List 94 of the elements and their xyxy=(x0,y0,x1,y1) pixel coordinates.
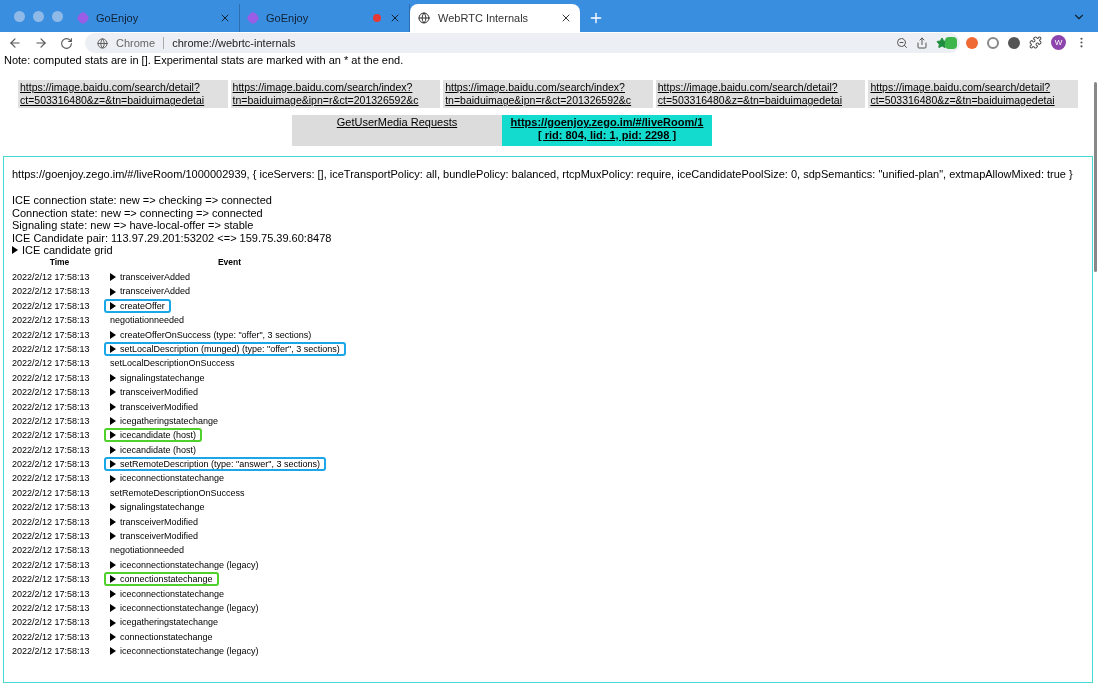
event-cell[interactable]: transceiverModified xyxy=(104,529,205,544)
time-cell-text: 2022/2/12 17:58:13 xyxy=(12,400,91,414)
event-cell[interactable]: transceiverModified xyxy=(104,385,205,400)
event-cell[interactable]: icegatheringstatechange xyxy=(104,615,225,630)
time-cell-text: 2022/2/12 17:58:13 xyxy=(12,587,91,601)
time-cell-text: 2022/2/12 17:58:13 xyxy=(12,429,91,443)
new-tab-icon[interactable] xyxy=(588,10,604,26)
state-text: ICE connection state: new => checking => connected xyxy=(12,194,273,207)
time-cell-text: 2022/2/12 17:58:13 xyxy=(12,443,91,457)
time-cell-text: 2022/2/12 17:58:13 xyxy=(12,530,91,544)
time-cell-text: 2022/2/12 17:58:13 xyxy=(12,645,91,659)
extension-icon[interactable] xyxy=(966,36,978,49)
event-cell[interactable]: transceiverModified xyxy=(104,399,205,414)
event-cell[interactable]: iceconnectionstatechange xyxy=(104,586,231,601)
globe-icon xyxy=(418,12,430,24)
time-cell-text: 2022/2/12 17:58:13 xyxy=(12,544,91,558)
event-cell-text: setRemoteDescriptionOnSuccess xyxy=(109,486,246,500)
tab-title: WebRTC Internals xyxy=(438,10,530,26)
profile-avatar[interactable]: W xyxy=(1051,35,1066,50)
site-label: Chrome xyxy=(116,35,156,51)
candidate-grid-toggle[interactable]: ICE candidate grid xyxy=(12,244,1092,256)
event-cell-text: negotiationneeded xyxy=(109,314,186,328)
time-cell-text: 2022/2/12 17:58:13 xyxy=(12,515,91,529)
time-cell-text: 2022/2/12 17:58:13 xyxy=(12,271,91,284)
event-cell[interactable]: iceconnectionstatechange (legacy) xyxy=(104,601,265,616)
reload-icon[interactable] xyxy=(60,36,73,50)
puzzle-icon[interactable] xyxy=(1029,36,1042,49)
time-cell-text: 2022/2/12 17:58:13 xyxy=(12,371,91,385)
star-icon[interactable] xyxy=(936,37,948,49)
tab-title: GoEnjoy xyxy=(96,10,140,26)
time-cell-text: 2022/2/12 17:58:13 xyxy=(12,486,91,500)
state-text: Signaling state: new => have-local-offer => stable xyxy=(12,219,255,232)
event-cell[interactable]: transceiverAdded xyxy=(104,270,197,285)
collapsed-triangle-icon xyxy=(12,246,18,254)
url-text: chrome://webrtc-internals xyxy=(172,35,297,51)
time-cell-text: 2022/2/12 17:58:13 xyxy=(12,501,91,515)
event-cell[interactable]: setLocalDescription (munged) (type: "offer", 3 sections) xyxy=(104,342,346,357)
event-cell[interactable]: iceconnectionstatechange xyxy=(104,471,231,486)
column-header: Event xyxy=(216,256,243,268)
time-cell-text: 2022/2/12 17:58:13 xyxy=(12,314,91,328)
share-icon[interactable] xyxy=(916,37,928,49)
state-text: Connection state: new => connecting => connected xyxy=(12,206,264,219)
event-cell[interactable]: connectionstatechange xyxy=(104,629,219,644)
time-cell-text: 2022/2/12 17:58:13 xyxy=(12,472,91,486)
page-tab[interactable]: https://image.baidu.com/search/detail? ct=503316480&z=&tn=baiduimagedetai xyxy=(655,80,866,108)
event-cell[interactable]: transceiverAdded xyxy=(104,284,197,299)
state-text: ICE Candidate pair: 113.97.29.201:53202 <=> 159.75.39.60:8478 xyxy=(12,231,333,244)
browser-tab[interactable]: WebRTC Internals xyxy=(410,4,580,32)
page-tab[interactable]: https://image.baidu.com/search/index? tn=baiduimage&ipn=r&ct=201326592&c xyxy=(443,80,653,108)
event-cell[interactable]: createOffer xyxy=(104,298,171,313)
event-cell[interactable]: setRemoteDescription (type: "answer", 3 sections) xyxy=(104,457,326,472)
connection-config: https://goenjoy.zego.im/#/liveRoom/1000002939, { iceServers: [], iceTransportPolicy: all, bundlePolicy: balanced, rtcpMuxPolicy: require, iceCandidatePoolSize: 0, sdpSemantics: "unified-plan", extmapAllowMixed: true } xyxy=(12,168,1074,181)
time-cell-text: 2022/2/12 17:58:13 xyxy=(12,630,91,644)
time-cell-text: 2022/2/12 17:58:13 xyxy=(12,573,91,587)
time-cell-text: 2022/2/12 17:58:13 xyxy=(12,616,91,630)
time-cell-text: 2022/2/12 17:58:13 xyxy=(12,458,91,472)
event-cell[interactable]: signalingstatechange xyxy=(104,370,211,385)
event-cell[interactable]: icecandidate (host) xyxy=(104,428,203,443)
event-cell[interactable]: createOfferOnSuccess (type: "offer", 3 sections) xyxy=(104,327,318,342)
time-cell-text: 2022/2/12 17:58:13 xyxy=(12,386,91,400)
page-tab[interactable]: https://image.baidu.com/search/index? tn=baiduimage&ipn=r&ct=201326592&c xyxy=(230,80,441,108)
page-tab[interactable]: https://image.baidu.com/search/detail? ct=503316480&z=&tn=baiduimagedetai xyxy=(18,80,228,108)
time-cell-text: 2022/2/12 17:58:13 xyxy=(12,414,91,428)
event-cell[interactable]: icegatheringstatechange xyxy=(104,414,225,429)
extension-icon[interactable] xyxy=(987,36,999,49)
time-cell-text: 2022/2/12 17:58:13 xyxy=(12,342,91,356)
column-header: Time xyxy=(48,256,71,268)
close-icon[interactable] xyxy=(560,12,572,24)
forward-icon[interactable] xyxy=(34,36,48,50)
page-tab[interactable]: GetUserMedia Requests xyxy=(292,115,502,146)
note-text: Note: computed stats are in []. Experimental stats are marked with an * at the end. xyxy=(3,54,405,66)
event-cell[interactable]: iceconnectionstatechange (legacy) xyxy=(104,644,265,659)
event-cell[interactable]: transceiverModified xyxy=(104,514,205,529)
scrollbar-thumb[interactable] xyxy=(1094,82,1097,272)
back-icon[interactable] xyxy=(8,36,22,50)
extension-icon[interactable] xyxy=(1008,36,1020,49)
zoom-icon[interactable] xyxy=(896,37,908,49)
event-cell[interactable]: iceconnectionstatechange (legacy) xyxy=(104,558,265,572)
time-cell-text: 2022/2/12 17:58:13 xyxy=(12,285,91,299)
address-bar[interactable]: Chrome chrome://webrtc-internals xyxy=(85,33,960,53)
page-tab[interactable]: https://image.baidu.com/search/detail? ct=503316480&z=&tn=baiduimagedetai xyxy=(868,80,1078,108)
event-cell-text: setLocalDescriptionOnSuccess xyxy=(109,357,236,371)
time-cell-text: 2022/2/12 17:58:13 xyxy=(12,328,91,342)
event-cell[interactable]: signalingstatechange xyxy=(104,500,211,515)
time-cell-text: 2022/2/12 17:58:13 xyxy=(12,558,91,572)
event-cell-text: negotiationneeded xyxy=(109,544,186,558)
event-cell[interactable]: icecandidate (host) xyxy=(104,442,203,457)
time-cell-text: 2022/2/12 17:58:13 xyxy=(12,299,91,313)
event-cell[interactable]: connectionstatechange xyxy=(104,572,219,587)
site-icon xyxy=(97,37,108,49)
tab-title: GoEnjoy xyxy=(266,10,310,26)
page-tab[interactable]: https://goenjoy.zego.im/#/liveRoom/1 [ rid: 804, lid: 1, pid: 2298 ] xyxy=(502,115,712,146)
time-cell-text: 2022/2/12 17:58:13 xyxy=(12,602,91,615)
time-cell-text: 2022/2/12 17:58:13 xyxy=(12,357,91,371)
